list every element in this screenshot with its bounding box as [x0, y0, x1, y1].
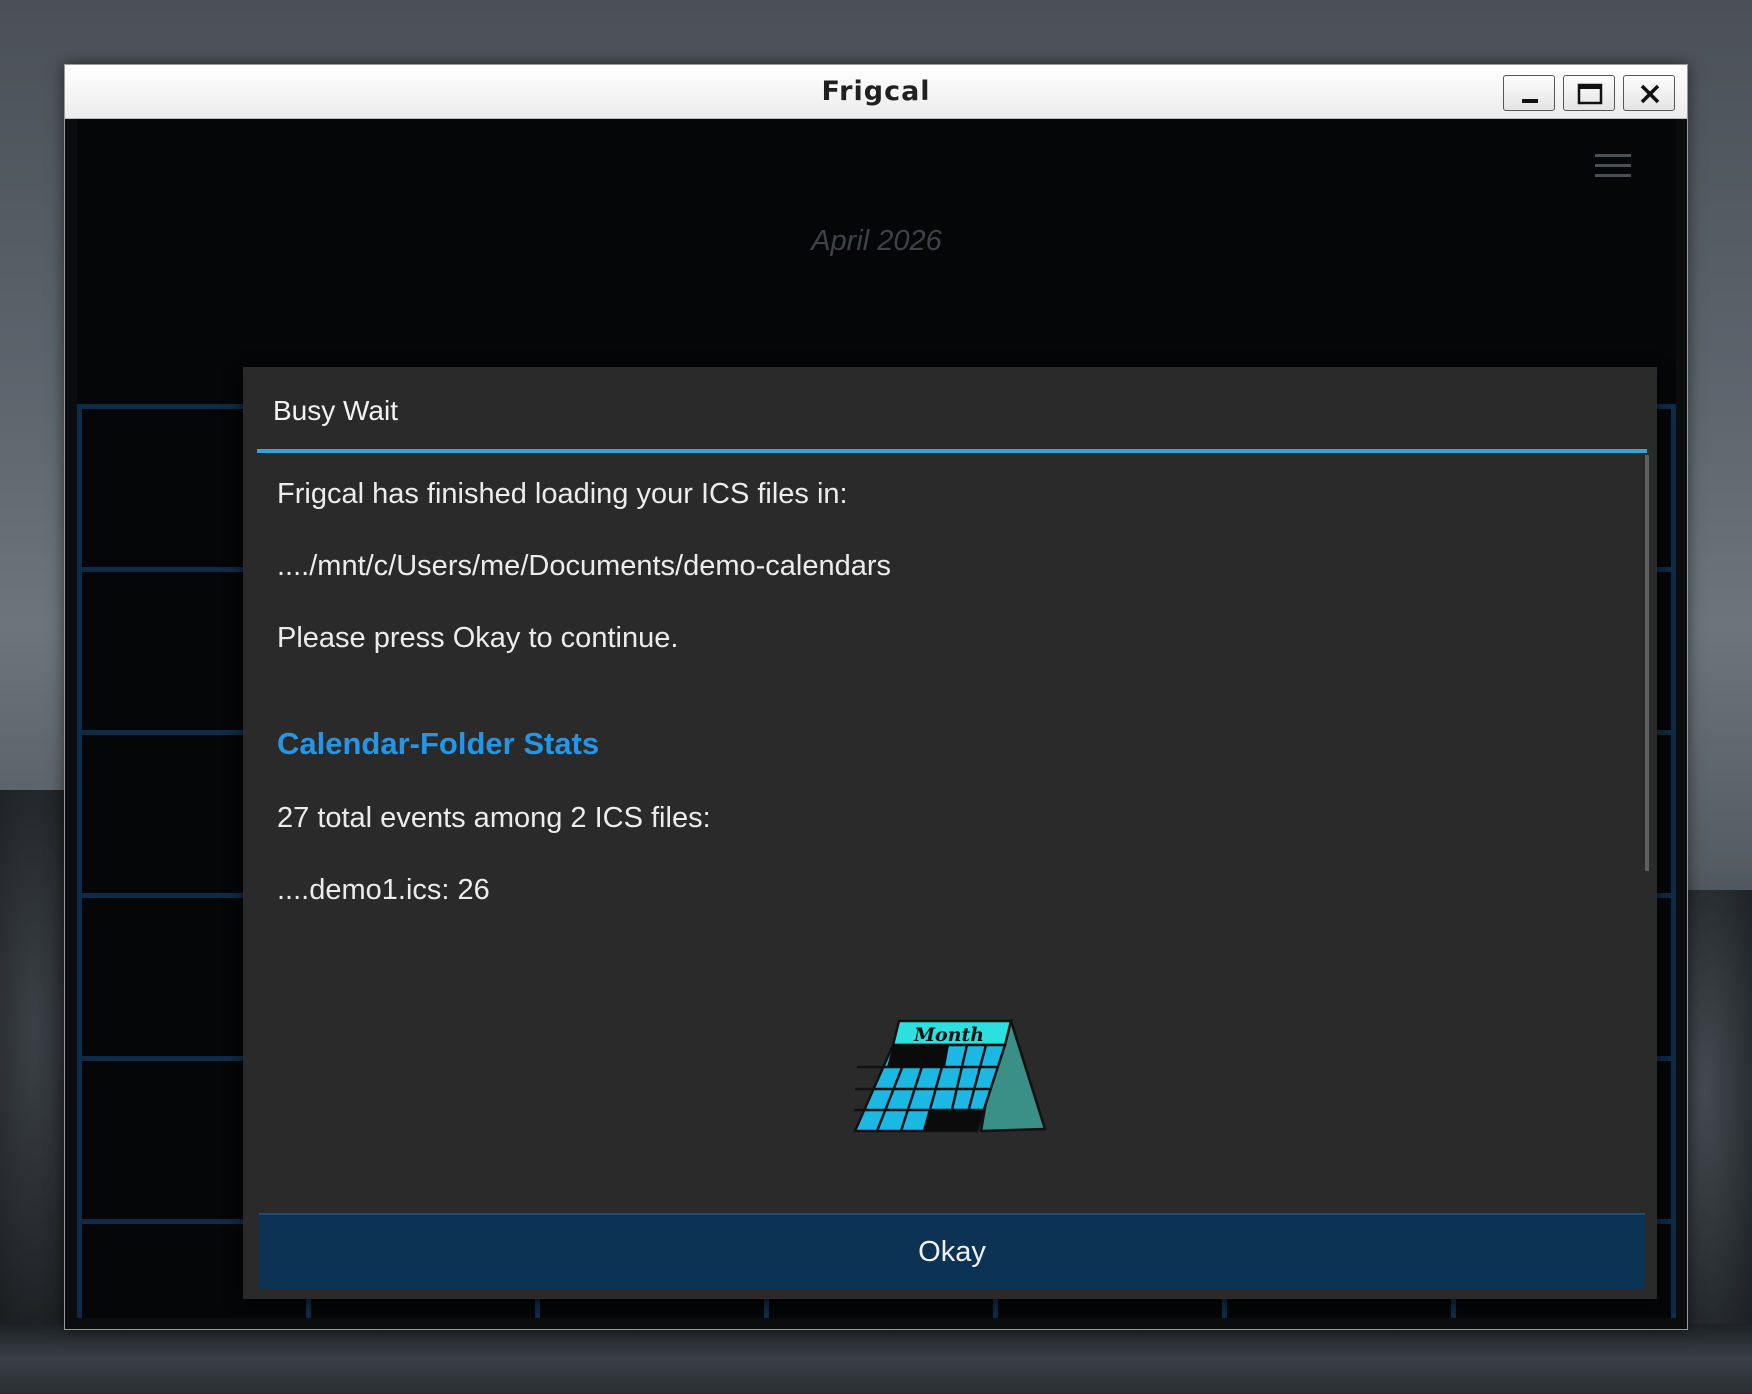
maximize-button[interactable] [1563, 75, 1615, 111]
hamburger-menu-icon[interactable] [1593, 151, 1633, 181]
maximize-icon [1577, 83, 1603, 105]
month-label: April 2026 [811, 225, 942, 257]
okay-button[interactable]: Okay [259, 1213, 1645, 1289]
stats-file-entry: ....demo1.ics: 26 [277, 874, 490, 906]
stats-summary-text: 27 total events among 2 ICS files: [277, 802, 711, 834]
dialog-title: Busy Wait [273, 395, 398, 426]
calendar-view: April 2026 Busy Wait Frigcal has finishe… [77, 119, 1676, 1318]
grid-line [77, 404, 82, 1318]
minimize-button[interactable] [1503, 75, 1555, 111]
close-icon [1640, 84, 1660, 104]
window-title: Frigcal [821, 76, 931, 107]
stats-heading: Calendar-Folder Stats [277, 726, 600, 761]
close-button[interactable] [1623, 75, 1675, 111]
busy-wait-dialog: Busy Wait Frigcal has finished loading y… [243, 367, 1657, 1299]
minimize-icon [1522, 99, 1538, 103]
title-bar[interactable]: Frigcal [65, 65, 1687, 119]
grid-line [1671, 404, 1676, 1318]
calendar-logo-image: Month [853, 1018, 1047, 1133]
finished-loading-text: Frigcal has finished loading your ICS fi… [277, 478, 848, 510]
dialog-scrollbar[interactable] [1645, 455, 1649, 871]
folder-path-text: ..../mnt/c/Users/me/Documents/demo-calen… [277, 550, 892, 582]
dialog-title-separator [257, 449, 1647, 453]
app-window: Frigcal April 2026 Busy Wait Frigcal has… [64, 64, 1688, 1330]
calendar-logo-text: Month [913, 1024, 984, 1046]
continue-instruction-text: Please press Okay to continue. [277, 622, 679, 654]
desktop-background-bottom [0, 1324, 1752, 1394]
